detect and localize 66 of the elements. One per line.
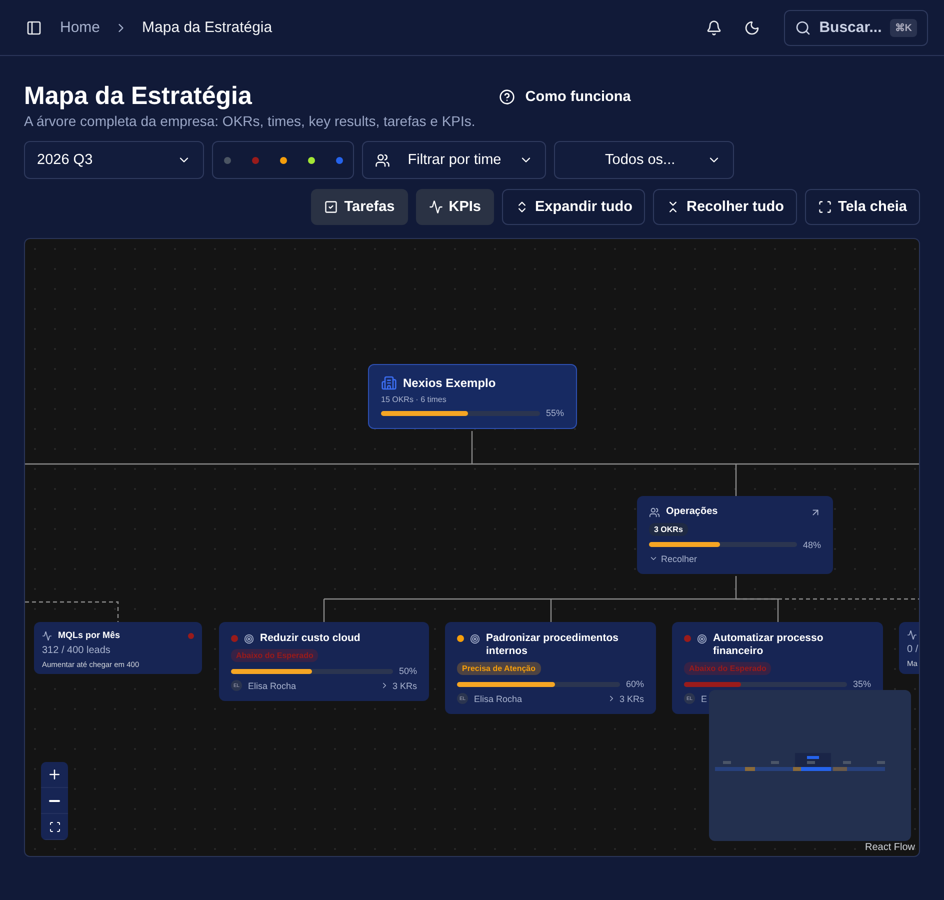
moon-icon: [744, 20, 760, 36]
status-badge: Precisa de Atenção: [457, 662, 541, 676]
checkbox-icon: [324, 200, 338, 214]
sidebar-icon: [26, 20, 42, 36]
people-icon: [649, 506, 660, 518]
progress-value: 48%: [802, 540, 821, 550]
kr-link[interactable]: 3 KRs: [607, 694, 644, 704]
search-button[interactable]: Buscar... ⌘K: [784, 10, 928, 46]
owner-name: Elisa Rocha: [474, 694, 522, 704]
page-title: Mapa da Estratégia: [24, 82, 253, 111]
status-dot[interactable]: [224, 156, 230, 164]
toggle-button[interactable]: KPIs: [416, 189, 494, 225]
fit-view-icon: [48, 820, 60, 832]
kpi-title: MQLs por Mês: [58, 630, 120, 642]
owner-select[interactable]: Todos os...: [554, 141, 734, 179]
breadcrumb-link[interactable]: Home: [60, 19, 100, 36]
toggle-button[interactable]: Tarefas: [311, 189, 408, 225]
building-icon: [381, 375, 397, 391]
progress-value: 55%: [546, 408, 564, 418]
status-dot[interactable]: [336, 156, 342, 164]
shortcut-key: ⌘K: [890, 18, 917, 36]
people-icon: [375, 152, 390, 168]
toolbar-button[interactable]: Recolher tudo: [653, 189, 797, 225]
node-title: Operações: [666, 506, 718, 518]
owner-name: E: [701, 694, 708, 704]
node-meta: 15 OKRs · 6 times: [381, 395, 448, 404]
bell-icon: [706, 20, 722, 36]
breadcrumb-current: Mapa da Estratégia: [142, 19, 272, 36]
help-icon: [499, 89, 516, 105]
pulse-icon: [428, 200, 443, 214]
fullscreen-icon: [818, 200, 832, 214]
progress-value: 50%: [398, 666, 417, 676]
okr-title: Automatizar processo financeiro: [713, 632, 824, 658]
page-subtitle: A árvore completa da empresa: OKRs, times, key results, tarefas e KPIs.: [24, 113, 476, 129]
attribution-text: React Flow: [864, 842, 915, 853]
target-icon: [697, 634, 707, 644]
status-badge: Abaixo do Esperado: [684, 662, 772, 676]
okr-title: Reduzir custo cloud: [260, 632, 360, 646]
status-badge: Abaixo do Esperado: [231, 649, 318, 662]
team-select[interactable]: Filtrar por time: [362, 141, 546, 179]
plus-icon: [47, 767, 62, 782]
status-dot[interactable]: [252, 156, 258, 164]
target-icon: [470, 634, 480, 644]
kr-link[interactable]: 3 KRs: [380, 680, 417, 691]
period-select[interactable]: 2026 Q3: [24, 141, 204, 179]
search-icon: [795, 20, 812, 36]
okr-title: Padronizar procedimentos internos: [486, 632, 620, 658]
company-node: Nexios Exemplo 15 OKRs · 6 times 55%: [368, 364, 577, 429]
owner-name: Elisa Rocha: [248, 680, 296, 691]
chevron-icon: [649, 554, 658, 563]
okr-count: 3 OKRs: [649, 522, 688, 536]
target-icon: [244, 634, 254, 644]
collapse-link[interactable]: Recolher: [649, 554, 821, 564]
kpi-value: 312 / 400 leads: [42, 645, 112, 656]
progress-value: 35%: [852, 679, 871, 690]
minus-icon: [49, 800, 60, 802]
progress-value: 60%: [626, 679, 644, 690]
status-dot[interactable]: [280, 156, 286, 164]
arrow-icon[interactable]: [810, 506, 821, 518]
help-button[interactable]: Como funciona: [493, 88, 637, 106]
status-dot[interactable]: [308, 156, 314, 164]
kpi-value: 0 /: [907, 644, 919, 655]
toolbar-button[interactable]: Expandir tudo: [502, 189, 646, 225]
pulse-icon: [907, 630, 917, 640]
pulse-icon: [42, 630, 52, 641]
toolbar-button[interactable]: Tela cheia: [804, 189, 920, 225]
